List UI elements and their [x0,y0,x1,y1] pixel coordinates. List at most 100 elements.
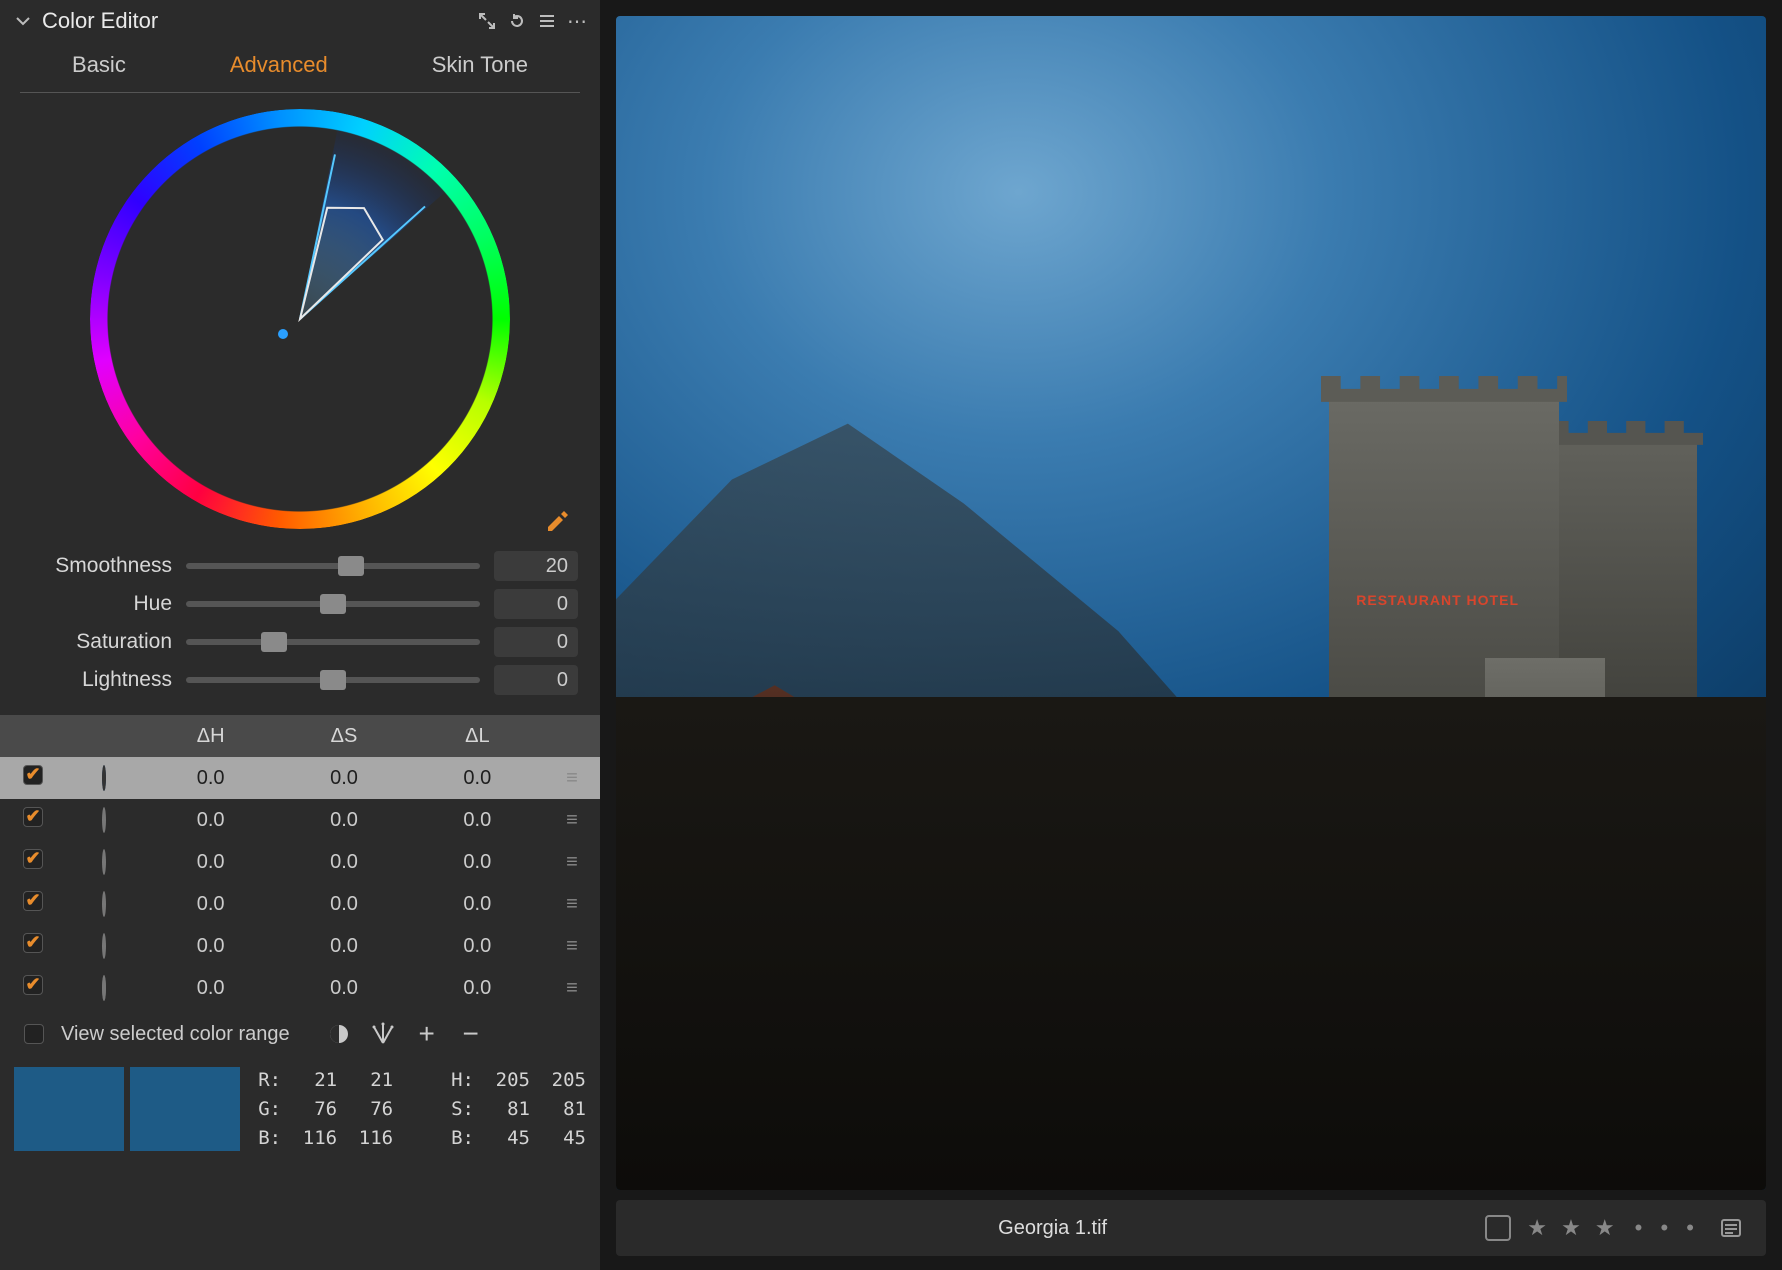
tab-bar: Basic Advanced Skin Tone [20,42,580,93]
color-picker-icon[interactable] [544,507,572,535]
selected-range-wedge[interactable] [27,219,300,492]
slider-track[interactable] [186,601,480,607]
image-sign-text: RESTAURANT HOTEL [1356,592,1519,608]
slider-hue: Hue 0 [22,589,578,619]
row-grip-icon[interactable]: ≡ [544,809,600,832]
slider-thumb[interactable] [261,632,287,652]
slider-lightness: Lightness 0 [22,665,578,695]
row-dl: 0.0 [411,809,544,832]
expand-arrows-icon[interactable] [476,10,498,32]
slider-value[interactable]: 0 [494,627,578,657]
row-swatch[interactable] [102,849,106,875]
table-row[interactable]: 0.00.00.0≡ [0,967,600,1009]
invert-mask-icon[interactable] [324,1019,354,1049]
readout-h-label: H: [451,1069,474,1091]
readout-r1: 21 [295,1069,337,1091]
after-patch [130,1067,240,1151]
readout-g1: 76 [295,1098,337,1120]
readout-r-label: R: [258,1069,281,1091]
row-dl: 0.0 [411,977,544,1000]
tab-skin-tone[interactable]: Skin Tone [426,42,534,92]
slider-thumb[interactable] [320,594,346,614]
row-grip-icon[interactable]: ≡ [544,977,600,1000]
filename-label: Georgia 1.tif [636,1217,1469,1240]
slider-track[interactable] [186,677,480,683]
view-range-checkbox[interactable] [24,1024,44,1044]
row-grip-icon[interactable]: ≡ [544,893,600,916]
collapse-icon[interactable] [12,10,34,32]
row-grip-icon[interactable]: ≡ [544,851,600,874]
color-editor-panel: Color Editor ⋯ Basic Advanced Skin Tone [0,0,600,1270]
add-icon[interactable]: + [412,1019,442,1049]
slider-section: Smoothness 20 Hue 0 Saturation 0 Lightne… [0,535,600,709]
row-swatch[interactable] [102,933,106,959]
row-checkbox[interactable] [23,807,43,827]
slider-thumb[interactable] [338,556,364,576]
row-swatch[interactable] [102,891,106,917]
view-range-label: View selected color range [61,1023,290,1046]
row-swatch[interactable] [102,807,106,833]
image-canvas[interactable]: RESTAURANT HOTEL [616,16,1766,1190]
metadata-icon[interactable] [1716,1213,1746,1243]
table-row[interactable]: 0.00.00.0≡ [0,799,600,841]
readout-h2: 205 [544,1069,586,1091]
readout-br2: 45 [544,1127,586,1149]
readout-r2: 21 [351,1069,393,1091]
slider-thumb[interactable] [320,670,346,690]
row-ds: 0.0 [277,767,410,790]
menu-icon[interactable] [536,10,558,32]
remove-icon[interactable]: − [456,1019,486,1049]
row-dh: 0.0 [144,893,277,916]
row-grip-icon[interactable]: ≡ [544,935,600,958]
more-icon[interactable]: ⋯ [566,10,588,32]
color-wheel[interactable] [90,109,510,529]
row-checkbox[interactable] [23,933,43,953]
readout-s2: 81 [544,1098,586,1120]
row-checkbox[interactable] [23,849,43,869]
readout-br1: 45 [488,1127,530,1149]
slider-track[interactable] [186,639,480,645]
row-ds: 0.0 [277,893,410,916]
table-row[interactable]: 0.00.00.0≡ [0,757,600,799]
rating-stars[interactable]: ★ ★ ★ [1527,1215,1618,1241]
panel-title: Color Editor [42,8,158,34]
slider-value[interactable]: 20 [494,551,578,581]
row-checkbox[interactable] [23,765,43,785]
wheel-center-dot[interactable] [278,329,288,339]
row-checkbox[interactable] [23,975,43,995]
readout-s1: 81 [488,1098,530,1120]
slider-value[interactable]: 0 [494,589,578,619]
row-dl: 0.0 [411,935,544,958]
row-ds: 0.0 [277,851,410,874]
table-row[interactable]: 0.00.00.0≡ [0,883,600,925]
color-readout: R: 21 21 H: 205 205 G: 76 76 S: 81 81 B:… [0,1059,600,1161]
table-row[interactable]: 0.00.00.0≡ [0,925,600,967]
row-dl: 0.0 [411,851,544,874]
row-swatch[interactable] [102,975,106,1001]
slider-label: Smoothness [22,554,172,578]
row-dh: 0.0 [144,977,277,1000]
tab-advanced[interactable]: Advanced [224,42,334,92]
table-row[interactable]: 0.00.00.0≡ [0,841,600,883]
col-dl: ΔL [411,725,544,748]
reset-icon[interactable] [506,10,528,32]
color-dots[interactable]: • • • [1635,1215,1700,1241]
slider-value[interactable]: 0 [494,665,578,695]
tab-basic[interactable]: Basic [66,42,132,92]
row-grip-icon[interactable]: ≡ [544,767,600,790]
table-options: View selected color range + − [0,1009,600,1059]
slider-label: Hue [22,592,172,616]
readout-br-label: B: [451,1127,474,1149]
slider-smoothness: Smoothness 20 [22,551,578,581]
slider-track[interactable] [186,563,480,569]
row-swatch[interactable] [102,765,106,791]
row-ds: 0.0 [277,809,410,832]
panel-header: Color Editor ⋯ [0,0,600,42]
fan-icon[interactable] [368,1019,398,1049]
col-ds: ΔS [277,725,410,748]
readout-grid: R: 21 21 H: 205 205 G: 76 76 S: 81 81 B:… [258,1067,586,1151]
color-tag-box[interactable] [1485,1215,1511,1241]
row-checkbox[interactable] [23,891,43,911]
image-viewer: RESTAURANT HOTEL Georgia 1.tif ★ ★ ★ • •… [600,0,1782,1270]
row-dl: 0.0 [411,893,544,916]
